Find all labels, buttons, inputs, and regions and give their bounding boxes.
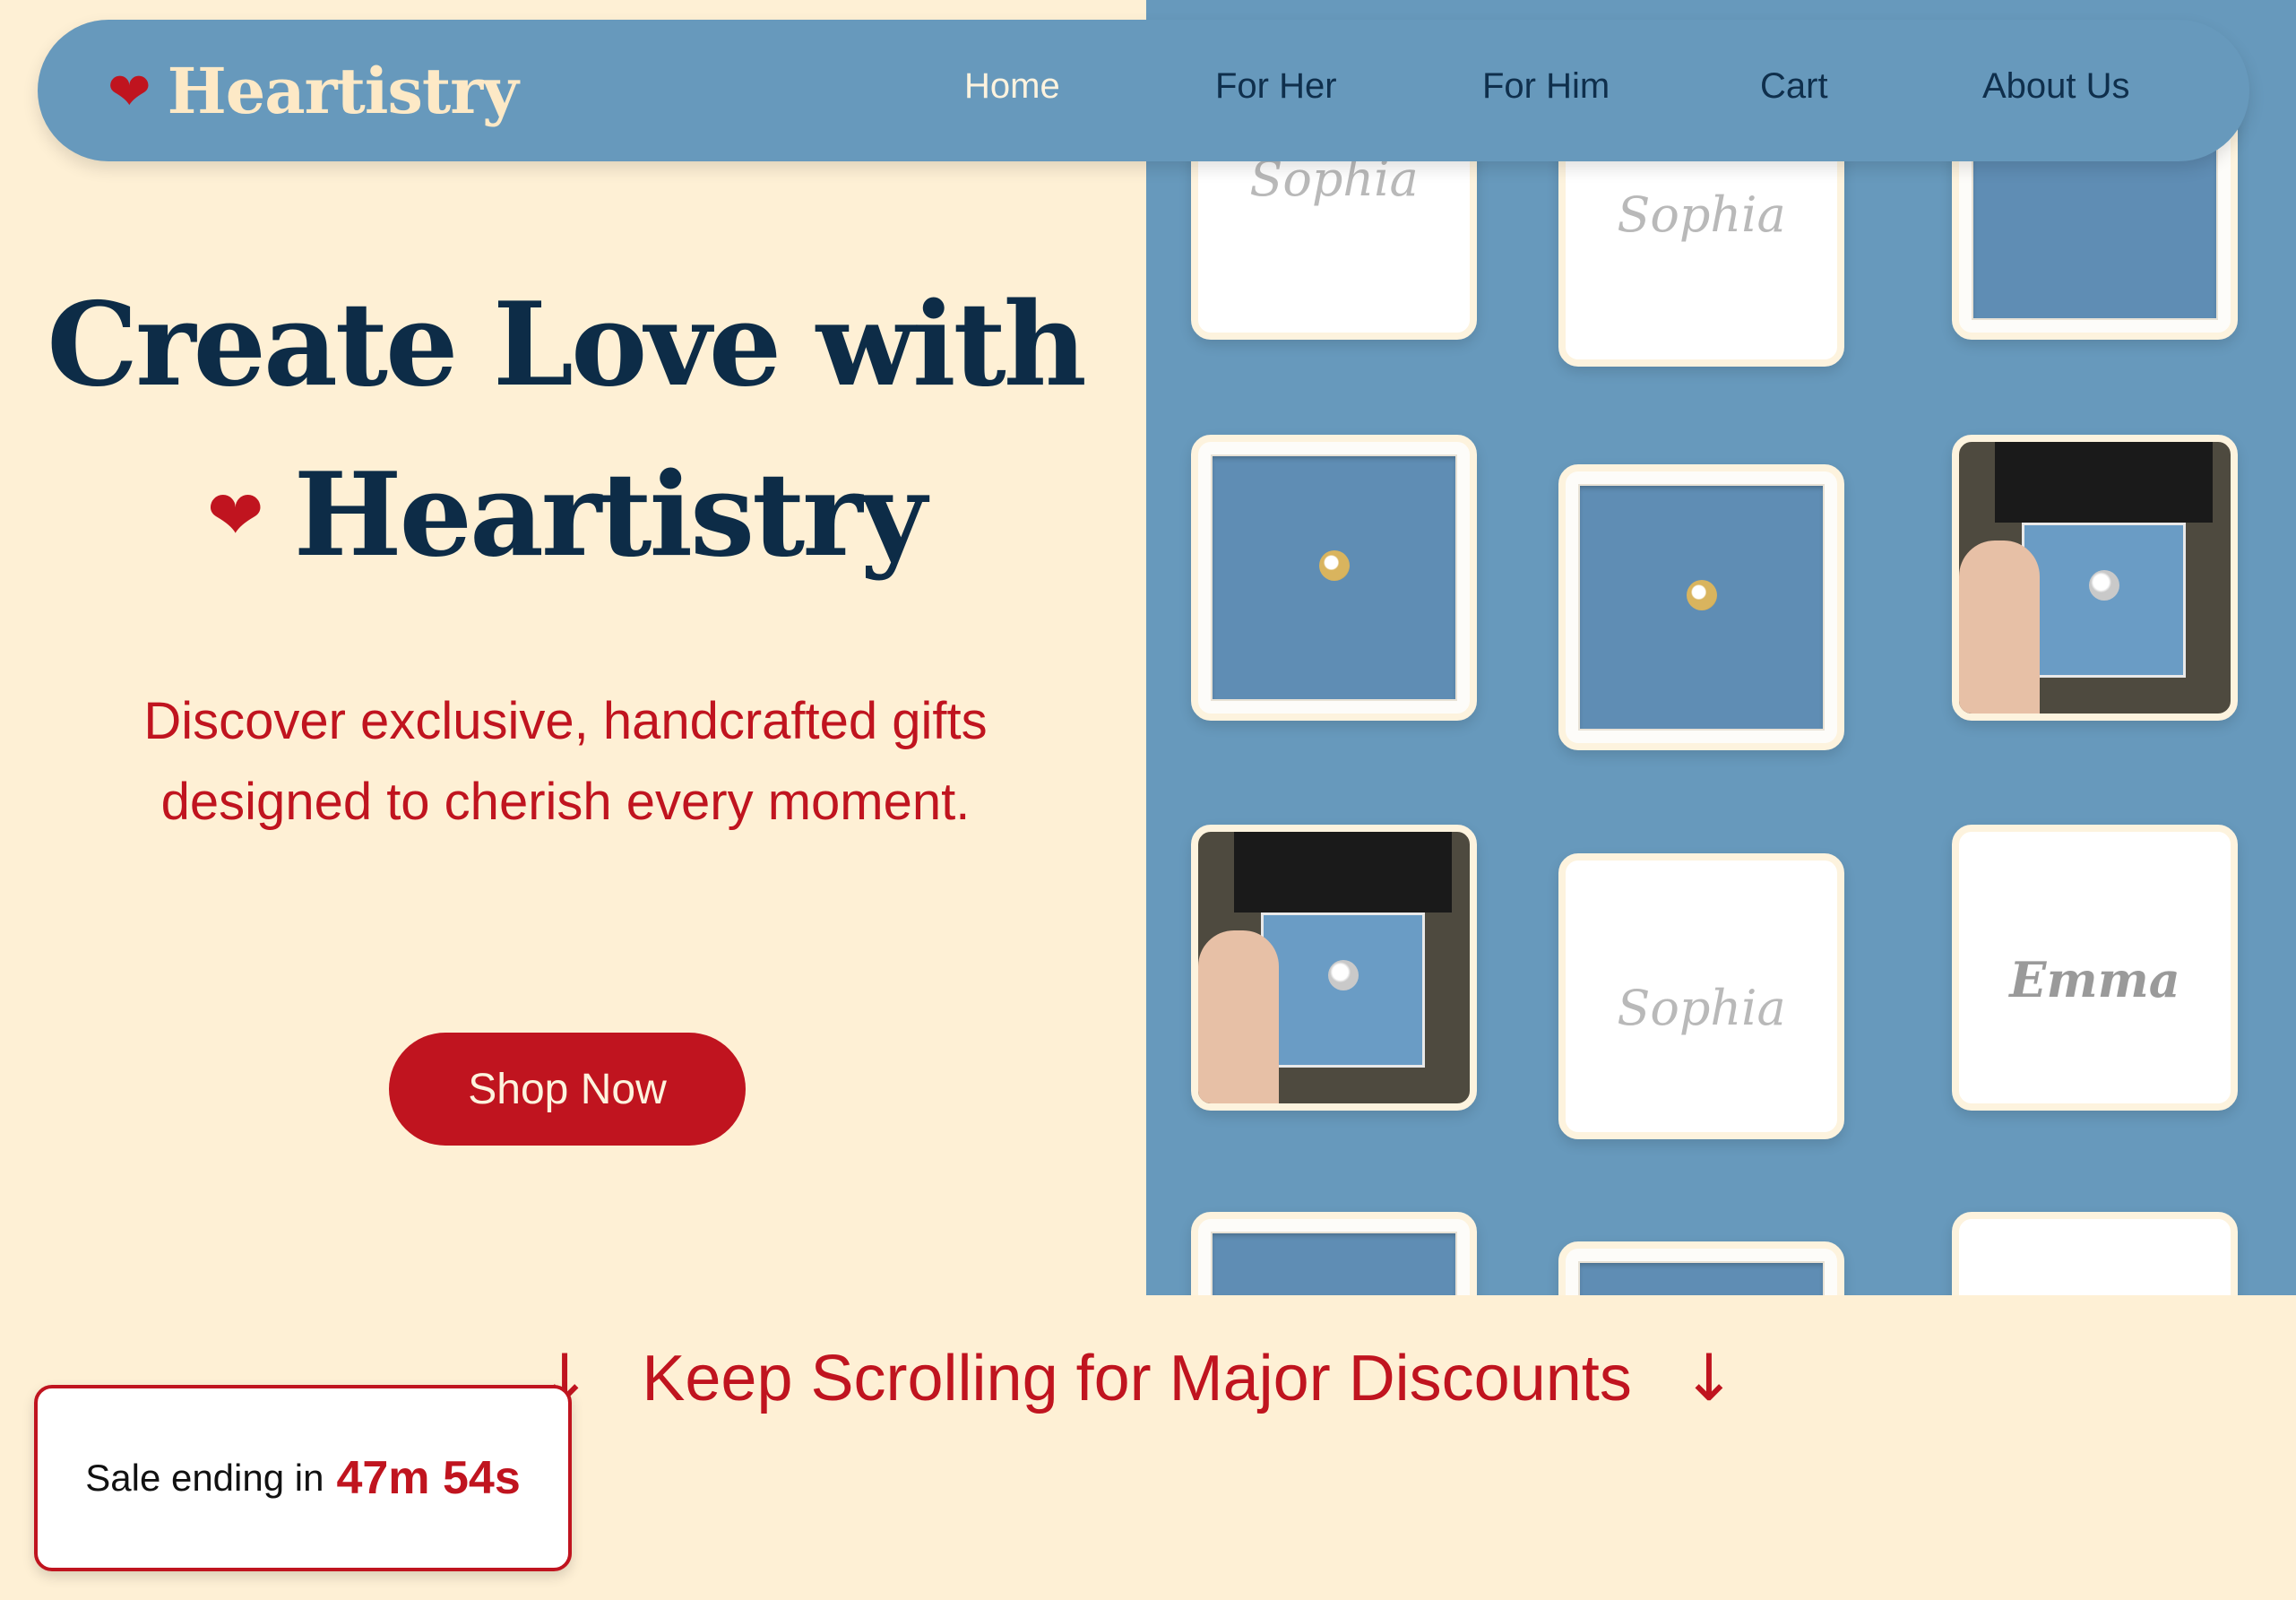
nav-link-about-us[interactable]: About Us	[1982, 66, 2130, 107]
nav-link-for-her[interactable]: For Her	[1215, 66, 1337, 107]
brand-logo[interactable]: ❤ Heartistry	[108, 54, 519, 128]
necklace-box-image	[1578, 484, 1825, 731]
hero-headline-brand-text: Heartistry	[293, 448, 927, 583]
product-tile-love-knot[interactable]	[1191, 1212, 1477, 1295]
necklace-box-image	[1211, 454, 1457, 701]
necklace-name-text: Sophia	[1617, 980, 1786, 1037]
sale-timer: 47m 54s	[336, 1452, 521, 1504]
shop-now-button[interactable]: Shop Now	[389, 1033, 746, 1146]
hero-tagline-line: Discover exclusive, handcrafted gifts	[143, 692, 988, 750]
scroll-promo-text: Keep Scrolling for Major Discounts	[642, 1343, 1632, 1414]
arrow-down-icon: ↓	[1681, 1340, 1737, 1415]
scroll-promo: ↓ Keep Scrolling for Major Discounts ↓	[538, 1340, 1736, 1415]
top-nav: ❤ Heartistry Home For Her For Him Cart A…	[38, 20, 2249, 161]
product-gallery: Sophia Sophia Sophia Emma	[1146, 0, 2296, 1295]
product-tile-name-necklace[interactable]	[1952, 1212, 2238, 1295]
necklace-box-image	[1211, 1232, 1457, 1295]
hero-headline-brand: ❤ Heartistry	[0, 448, 1131, 583]
product-tile-love-knot[interactable]	[1558, 464, 1844, 750]
nav-link-for-him[interactable]: For Him	[1482, 66, 1610, 107]
brand-name: Heartistry	[167, 54, 519, 128]
hero-tagline-line: designed to cherish every moment.	[160, 773, 971, 831]
necklace-box-image	[1578, 1261, 1825, 1295]
product-tile-love-knot[interactable]	[1191, 435, 1477, 721]
product-tile-gift-box[interactable]	[1952, 435, 2238, 721]
product-tile-name-necklace[interactable]: Sophia	[1558, 853, 1844, 1139]
product-tile-name-necklace[interactable]: Emma	[1952, 825, 2238, 1111]
heart-icon: ❤	[108, 60, 151, 122]
heart-icon: ❤	[206, 474, 264, 555]
necklace-name-text: Emma	[2009, 951, 2180, 1009]
hero-headline: Create Love with	[47, 278, 1087, 412]
nav-link-cart[interactable]: Cart	[1760, 66, 1828, 107]
product-tile-gift-box[interactable]	[1191, 825, 1477, 1111]
hero-tagline: Discover exclusive, handcrafted gifts de…	[36, 681, 1095, 843]
sale-label: Sale ending in	[85, 1457, 324, 1499]
necklace-name-text: Sophia	[1617, 186, 1786, 243]
nav-link-home[interactable]: Home	[964, 66, 1060, 107]
sale-countdown: Sale ending in 47m 54s	[34, 1385, 572, 1571]
product-tile-love-knot[interactable]	[1558, 1241, 1844, 1295]
